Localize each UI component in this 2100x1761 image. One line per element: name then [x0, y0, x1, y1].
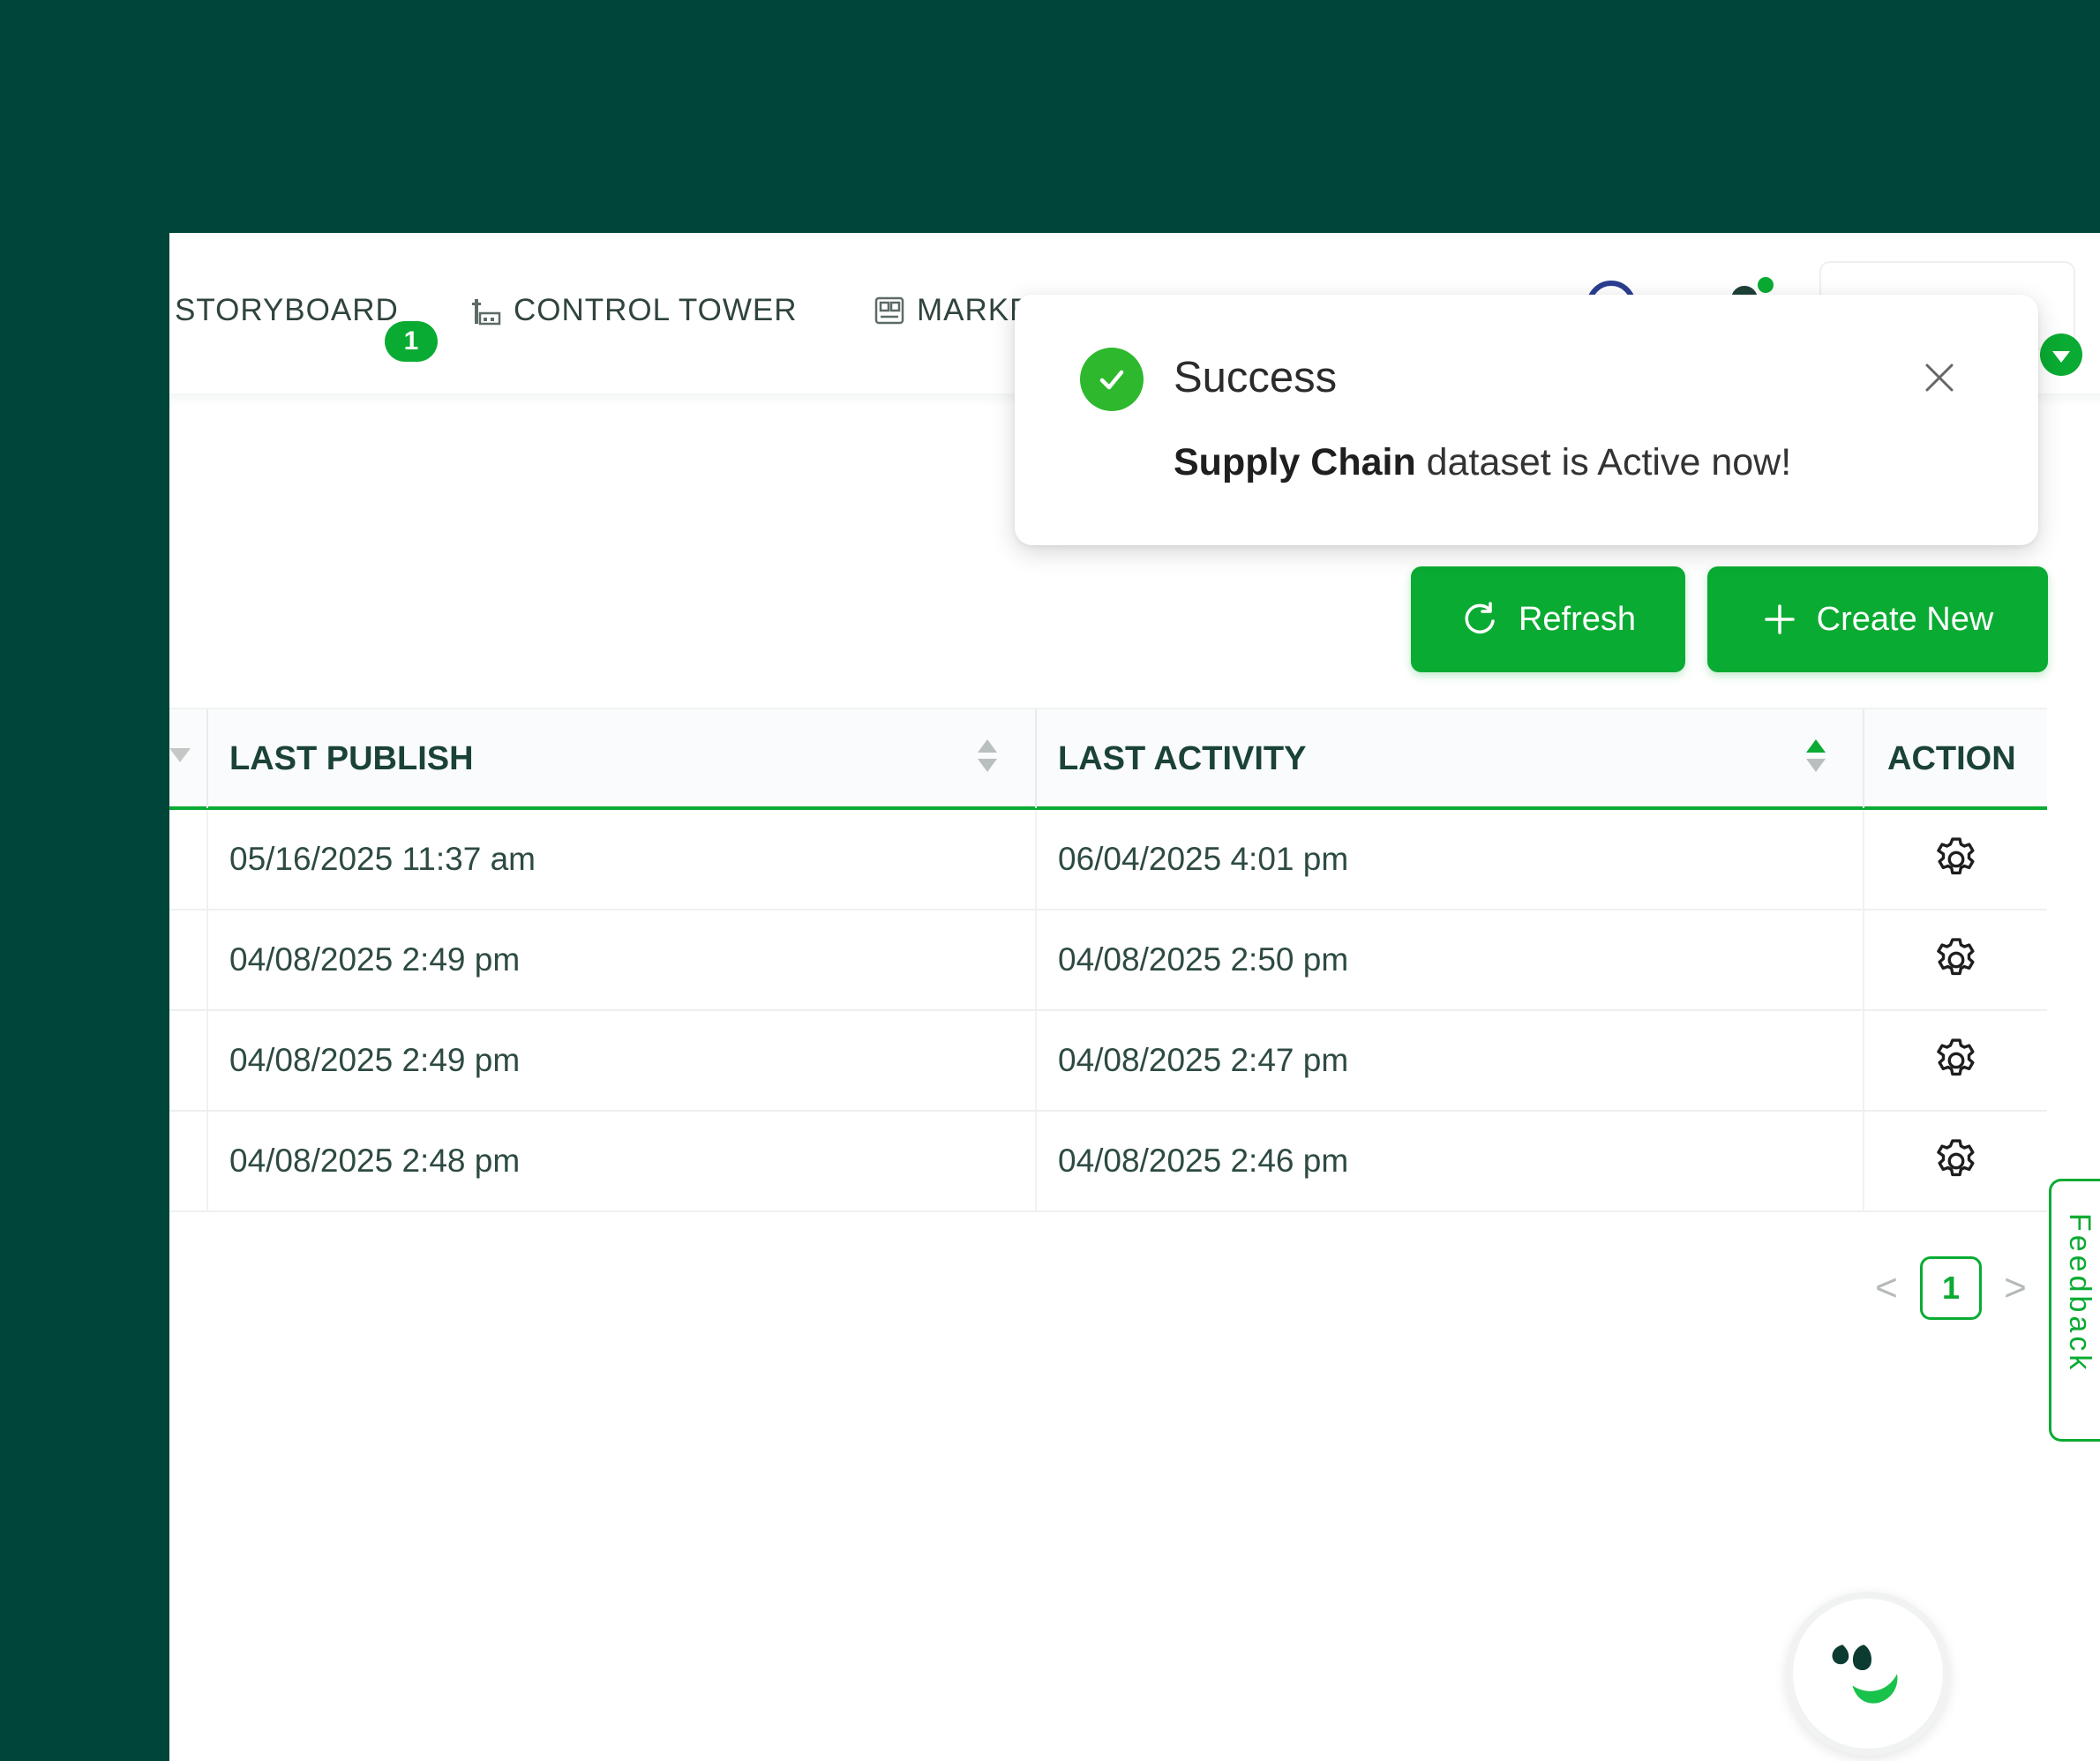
check-circle-icon — [1080, 348, 1144, 411]
sort-icon[interactable] — [978, 739, 999, 778]
header-last-publish[interactable]: LAST PUBLISH — [229, 709, 474, 808]
column-divider — [1863, 709, 1864, 808]
feedback-tab[interactable]: Feedback — [2049, 1179, 2100, 1442]
datasets-table: LAST PUBLISH LAST ACTIVITY ACTION 05/16/… — [169, 708, 2047, 1212]
nav-storyboard-label: STORYBOARD — [175, 293, 399, 327]
column-divider — [1035, 910, 1037, 1009]
column-divider — [1035, 709, 1037, 808]
cell-last-publish: 04/08/2025 2:49 pm — [229, 941, 521, 978]
nav-control-tower[interactable]: CONTROL TOWER — [469, 291, 798, 330]
column-divider — [1863, 910, 1864, 1009]
table-header: LAST PUBLISH LAST ACTIVITY ACTION — [169, 708, 2047, 810]
chat-assistant-button[interactable] — [1786, 1592, 1950, 1756]
gear-icon[interactable] — [1931, 1112, 1982, 1210]
toast-message: Supply Chain dataset is Active now! — [1174, 441, 1791, 484]
storyboard-count-badge: 1 — [385, 321, 438, 362]
table-row: 04/08/2025 2:48 pm 04/08/2025 2:46 pm — [169, 1112, 2047, 1212]
gear-icon[interactable] — [1931, 1011, 1982, 1110]
gear-icon[interactable] — [1931, 910, 1982, 1009]
column-divider — [206, 910, 208, 1009]
create-new-button[interactable]: Create New — [1707, 566, 2048, 672]
table-row: 05/16/2025 11:37 am 06/04/2025 4:01 pm — [169, 810, 2047, 910]
close-icon[interactable] — [1916, 355, 1962, 401]
control-tower-icon — [469, 294, 503, 327]
market-icon — [873, 294, 906, 327]
gear-icon[interactable] — [1931, 810, 1982, 909]
feedback-label: Feedback — [2063, 1213, 2096, 1374]
notification-dot — [1758, 277, 1774, 293]
table-row: 04/08/2025 2:49 pm 04/08/2025 2:47 pm — [169, 1011, 2047, 1112]
cell-last-publish: 04/08/2025 2:49 pm — [229, 1042, 521, 1078]
cell-last-publish: 04/08/2025 2:48 pm — [229, 1143, 521, 1179]
cell-last-activity: 04/08/2025 2:46 pm — [1058, 1143, 1349, 1179]
success-toast: Success Supply Chain dataset is Active n… — [1015, 295, 2038, 545]
pagination-prev[interactable]: < — [1869, 1260, 1904, 1316]
column-divider — [1863, 1112, 1864, 1210]
filter-icon[interactable] — [169, 748, 191, 762]
refresh-button[interactable]: Refresh — [1411, 566, 1685, 672]
column-divider — [206, 709, 208, 808]
header-action: ACTION — [1887, 739, 2016, 777]
chat-logo-icon — [1819, 1623, 1916, 1725]
table-row: 04/08/2025 2:49 pm 04/08/2025 2:50 pm — [169, 910, 2047, 1011]
create-new-label: Create New — [1816, 600, 1994, 638]
column-divider — [1035, 810, 1037, 909]
nav-storyboard[interactable]: STORYBOARD — [175, 291, 399, 330]
refresh-label: Refresh — [1518, 600, 1637, 638]
nav-control-tower-label: CONTROL TOWER — [514, 293, 798, 327]
cell-last-activity: 04/08/2025 2:47 pm — [1058, 1042, 1349, 1078]
plus-icon — [1762, 602, 1797, 637]
header-last-activity[interactable]: LAST ACTIVITY — [1058, 709, 1306, 808]
cell-last-activity: 06/04/2025 4:01 pm — [1058, 841, 1349, 877]
app-panel: STORYBOARD 1 CONTROL TOWER MARKET Succes… — [169, 233, 2100, 1761]
pagination-page[interactable]: 1 — [1920, 1256, 1982, 1320]
refresh-icon — [1460, 600, 1499, 639]
column-divider — [1035, 1112, 1037, 1210]
column-divider — [206, 810, 208, 909]
cell-last-activity: 04/08/2025 2:50 pm — [1058, 941, 1349, 978]
cell-last-publish: 05/16/2025 11:37 am — [229, 841, 536, 877]
column-divider — [1863, 810, 1864, 909]
column-divider — [206, 1011, 208, 1110]
toast-title: Success — [1174, 354, 1338, 401]
column-divider — [1035, 1011, 1037, 1110]
chevron-down-icon[interactable] — [2040, 333, 2082, 376]
column-divider — [1863, 1011, 1864, 1110]
column-divider — [206, 1112, 208, 1210]
sort-icon[interactable] — [1806, 739, 1827, 778]
toast-message-dataset: Supply Chain — [1174, 441, 1416, 483]
toast-message-text: dataset is Active now! — [1415, 441, 1792, 483]
pagination-next[interactable]: > — [1998, 1260, 2033, 1316]
